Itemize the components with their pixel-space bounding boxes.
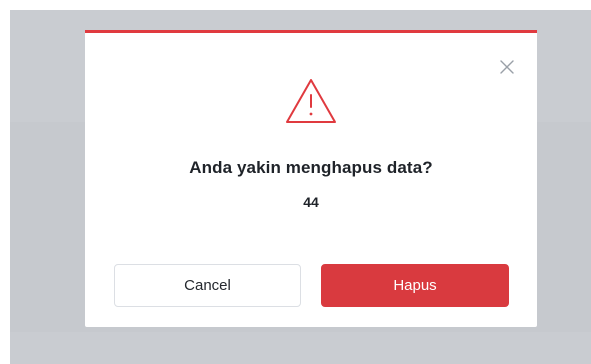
close-icon[interactable] <box>499 59 515 75</box>
warning-triangle-icon <box>284 76 338 126</box>
cancel-button[interactable]: Cancel <box>114 264 301 307</box>
dialog-subtitle: 44 <box>303 194 319 210</box>
dialog-title: Anda yakin menghapus data? <box>189 158 433 177</box>
screen: Anda yakin menghapus data? 44 Cancel Hap… <box>0 0 591 364</box>
delete-confirm-dialog: Anda yakin menghapus data? 44 Cancel Hap… <box>85 30 537 327</box>
delete-button[interactable]: Hapus <box>321 264 509 307</box>
